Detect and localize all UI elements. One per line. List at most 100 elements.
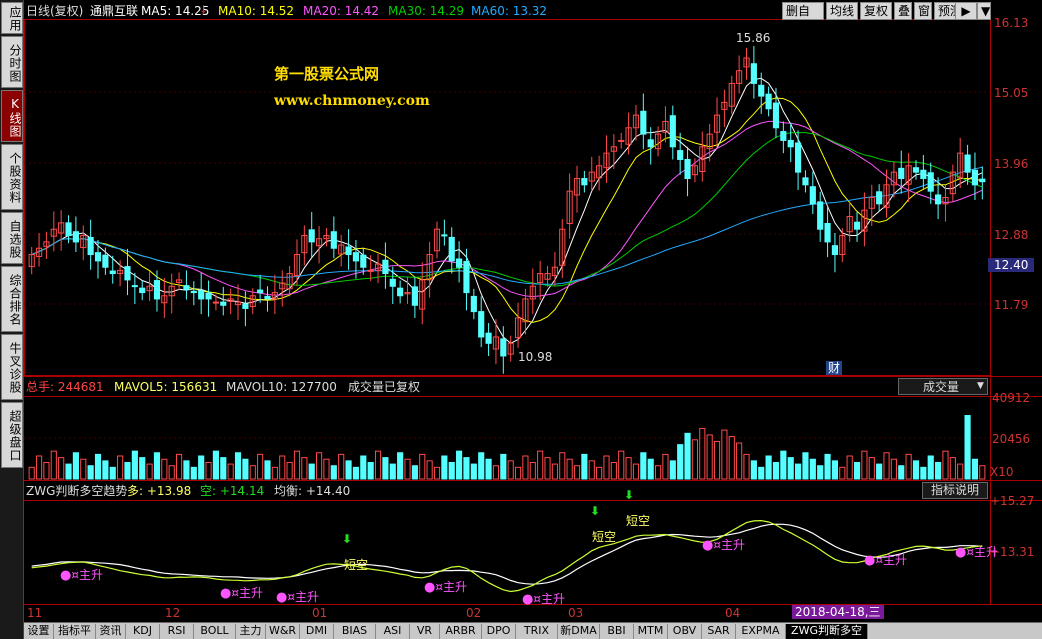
signal-dot-icon: ● [955,545,967,560]
indicator-duo: 多: +13.98 [127,484,192,498]
candle-body [817,201,824,230]
candle-body [102,254,109,268]
signal-dot-icon: ● [864,553,876,568]
volume-bar [927,455,934,480]
volume-bar [758,466,765,480]
volume-bar [234,452,242,480]
candle-body [397,287,404,297]
price-tick: 13.96 [994,157,1029,171]
volume-bar [677,444,684,480]
candle-body [470,295,477,313]
candle-body [809,186,816,205]
sidebar-tab-3[interactable]: 个股资料 [1,144,23,210]
bottom-tab-1[interactable]: 指标平台 [54,624,96,639]
price-tick: 12.88 [994,228,1029,242]
bottom-tab-17[interactable]: MTM [634,624,668,639]
bottom-tab-9[interactable]: BIAS [334,624,376,639]
bottom-tab-20[interactable]: EXPMA [736,624,786,639]
sidebar-tab-5[interactable]: 综合排名 [1,266,23,332]
volume-bar [264,460,271,480]
sidebar-tab-6[interactable]: 牛叉诊股 [1,334,23,400]
candle-body [389,278,396,287]
candle-body [257,289,264,294]
time-tick: 03 [568,606,584,620]
chart-canvas[interactable] [24,0,1042,622]
sidebar-tab-4[interactable]: 自选股 [1,212,23,264]
volume-bar [640,452,647,480]
bottom-tab-10[interactable]: ASI [376,624,410,639]
candle-body [795,142,802,173]
price-tick: 15.05 [994,86,1029,100]
ma60-label: MA60: 13.32 [471,4,548,18]
bottom-tab-21[interactable]: ZWG判断多空趋势 [786,624,868,639]
volume-bar [183,460,190,480]
bottom-tab-12[interactable]: ARBR [440,624,482,639]
candle-body [750,63,757,84]
volume-bar [456,450,463,480]
bottom-tab-15[interactable]: 新DMA [558,624,600,639]
volume-bar [485,458,492,480]
toolbar-button-2[interactable]: 复权 [860,2,892,20]
volume-bar [139,457,146,480]
finance-marker[interactable]: 财 [826,361,843,375]
sidebar-tab-2[interactable]: K线图 [1,90,23,142]
volume-bar [669,460,676,480]
candle-body [448,236,455,262]
bottom-tab-8[interactable]: DMI [300,624,334,639]
volume-bar [772,461,780,480]
volume-bar [94,453,102,480]
ma20-label: MA20: 14.42 [303,4,380,18]
price-tick: 11.79 [994,298,1029,312]
bottom-tab-2[interactable]: 资讯 [96,624,126,639]
bottom-tab-14[interactable]: TRIX [516,624,558,639]
candle-body [205,292,212,300]
watermark-title: 第一股票公式网 [274,65,380,83]
volume-bar [153,452,161,480]
bottom-tab-19[interactable]: SAR [702,624,736,639]
toolbar-button-1[interactable]: 均线 [826,2,858,20]
ma5-down-arrow-icon: ↓ [199,3,209,16]
volume-bar [109,466,116,480]
candle-body [109,270,116,275]
bottom-tab-16[interactable]: BBI [600,624,634,639]
next-arrow-button[interactable]: ▶ [955,2,977,20]
toolbar-button-0[interactable]: 删自选 [782,2,824,34]
sidebar-tab-0[interactable]: 应用 [1,2,23,34]
high-price-note: 15.86 [736,31,771,45]
volume-indicator-dropdown[interactable]: 成交量 ▼ [898,378,988,395]
volume-bar [581,453,588,480]
candle-body [190,290,197,294]
indicator-help-button[interactable]: 指标说明 [922,482,988,499]
volume-bar [647,458,654,480]
price-tick: 16.13 [994,16,1029,30]
volume-dropdown-label: 成交量 [923,380,960,394]
bottom-tab-7[interactable]: W&R [266,624,300,639]
bottom-tab-4[interactable]: RSI [160,624,194,639]
candle-body [456,258,463,268]
volume-bar [478,452,485,480]
candle-body [345,246,352,256]
bottom-tab-11[interactable]: VR [410,624,440,639]
bottom-tab-18[interactable]: OBV [668,624,702,639]
volume-unit: X10 [990,465,1014,479]
bottom-tab-13[interactable]: DPO [482,624,516,639]
bottom-tab-6[interactable]: 主力 [236,624,266,639]
candle-body [898,167,905,179]
candle-body [802,177,809,186]
toolbar-button-4[interactable]: 窗 [914,2,932,20]
candle-body [758,84,765,97]
bottom-tab-0[interactable]: 设置 [24,624,54,639]
toolbar-dropdown-button[interactable]: ▼ [977,2,991,20]
signal-up-mark: ●¤主升 [955,545,998,560]
toolbar-button-3[interactable]: 叠 [894,2,912,20]
candle-body [382,259,389,275]
bottom-tab-5[interactable]: BOLL [194,624,236,639]
sidebar-tab-1[interactable]: 分时图 [1,36,23,88]
candle-body [330,231,337,249]
ma30-label: MA30: 14.29 [388,4,465,18]
candle-body [927,172,934,192]
sidebar-tab-7[interactable]: 超级盘口 [1,402,23,468]
signal-up-mark: ●¤主升 [60,568,103,583]
volume-bar [65,463,72,480]
bottom-tab-3[interactable]: KDJ [126,624,160,639]
